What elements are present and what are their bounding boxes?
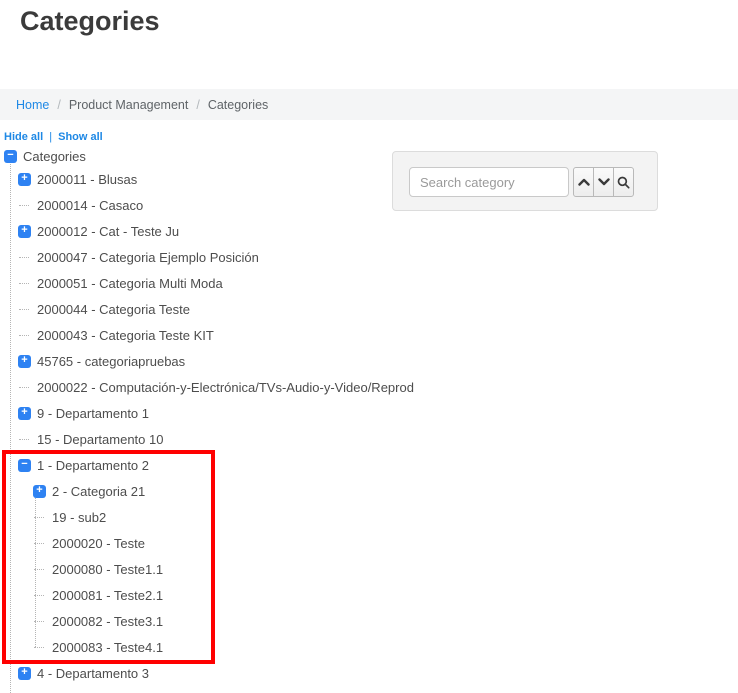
- tree-node-label[interactable]: Categories: [23, 149, 86, 164]
- tree-node[interactable]: 2000043 - Categoria Teste KIT: [4, 322, 434, 348]
- tree-connector: [19, 335, 29, 336]
- show-all-link[interactable]: Show all: [58, 131, 103, 143]
- breadcrumb-separator: /: [196, 98, 199, 112]
- tree-node[interactable]: 2000020 - Teste: [4, 530, 434, 556]
- tree-connector: [34, 569, 44, 570]
- collapse-icon[interactable]: −: [4, 150, 17, 163]
- tree-node-label[interactable]: 9 - Departamento 1: [37, 406, 149, 421]
- collapse-icon[interactable]: −: [18, 459, 31, 472]
- breadcrumb-separator: /: [57, 98, 60, 112]
- tree-node[interactable]: 2000081 - Teste2.1: [4, 582, 434, 608]
- tree-node[interactable]: 2000083 - Teste4.1: [4, 634, 434, 660]
- tree-connector: [19, 439, 29, 440]
- tree-node-label[interactable]: 2000080 - Teste1.1: [52, 562, 163, 577]
- tree-node-label[interactable]: 19 - sub2: [52, 510, 106, 525]
- tree-rows: +2000011 - Blusas 2000014 - Casaco +200001…: [4, 166, 434, 686]
- tree-node-label[interactable]: 2000022 - Computación-y-Electrónica/TVs-…: [37, 380, 414, 395]
- tree-node[interactable]: 2000044 - Categoria Teste: [4, 296, 434, 322]
- chevron-down-icon: [598, 178, 610, 186]
- hide-all-link[interactable]: Hide all: [4, 131, 43, 143]
- tree-connector: [34, 621, 44, 622]
- tree-root-node[interactable]: − Categories: [4, 146, 434, 166]
- tree-node-label[interactable]: 2000011 - Blusas: [37, 172, 137, 187]
- expand-icon[interactable]: +: [18, 355, 31, 368]
- expand-icon[interactable]: +: [18, 225, 31, 238]
- tree-node-label[interactable]: 2000081 - Teste2.1: [52, 588, 163, 603]
- tree-connector: [19, 387, 29, 388]
- expand-icon[interactable]: +: [33, 485, 46, 498]
- tree-node[interactable]: 2000047 - Categoria Ejemplo Posición: [4, 244, 434, 270]
- categories-page: Categories Home / Product Management / Categ…: [0, 0, 738, 693]
- tree-node[interactable]: 15 - Departamento 10: [4, 426, 434, 452]
- search-icon: [617, 176, 630, 189]
- search-button-group: [573, 167, 634, 197]
- previous-match-button[interactable]: [573, 167, 594, 197]
- tree-node-label[interactable]: 2000051 - Categoria Multi Moda: [37, 276, 223, 291]
- tree-node-label[interactable]: 2000083 - Teste4.1: [52, 640, 163, 655]
- tree-node[interactable]: +4 - Departamento 3: [4, 660, 434, 686]
- tree-node[interactable]: 2000051 - Categoria Multi Moda: [4, 270, 434, 296]
- tree-node-label[interactable]: 2000012 - Cat - Teste Ju: [37, 224, 179, 239]
- tree-node-label[interactable]: 2000020 - Teste: [52, 536, 145, 551]
- tree-node-label[interactable]: 2000047 - Categoria Ejemplo Posición: [37, 250, 259, 265]
- chevron-up-icon: [578, 178, 590, 186]
- expand-icon[interactable]: +: [18, 667, 31, 680]
- tree-node-label[interactable]: 2000044 - Categoria Teste: [37, 302, 190, 317]
- expand-icon[interactable]: +: [18, 173, 31, 186]
- tree-node[interactable]: +2000011 - Blusas: [4, 166, 434, 192]
- tree-node-label[interactable]: 15 - Departamento 10: [37, 432, 163, 447]
- tree-node-label[interactable]: 2000014 - Casaco: [37, 198, 143, 213]
- tree-node[interactable]: +2 - Categoria 21: [4, 478, 434, 504]
- breadcrumb-item-product-management: Product Management: [69, 98, 189, 112]
- tree-connector: [19, 309, 29, 310]
- breadcrumb-item-categories: Categories: [208, 98, 268, 112]
- search-input[interactable]: [409, 167, 569, 197]
- next-match-button[interactable]: [593, 167, 614, 197]
- expand-icon[interactable]: +: [18, 407, 31, 420]
- tree-node[interactable]: +9 - Departamento 1: [4, 400, 434, 426]
- tree-node[interactable]: 19 - sub2: [4, 504, 434, 530]
- tree-node-label[interactable]: 2000082 - Teste3.1: [52, 614, 163, 629]
- tree-node[interactable]: 2000082 - Teste3.1: [4, 608, 434, 634]
- tree-connector: [34, 647, 44, 648]
- tree-node-label[interactable]: 2 - Categoria 21: [52, 484, 145, 499]
- tree-connector: [19, 205, 29, 206]
- tree-node-label[interactable]: 4 - Departamento 3: [37, 666, 149, 681]
- tree-connector: [19, 283, 29, 284]
- page-title: Categories: [20, 6, 160, 37]
- tree-connector: [19, 257, 29, 258]
- tree-node-label[interactable]: 2000043 - Categoria Teste KIT: [37, 328, 214, 343]
- tree-node[interactable]: 2000080 - Teste1.1: [4, 556, 434, 582]
- tree-node[interactable]: 2000022 - Computación-y-Electrónica/TVs-…: [4, 374, 434, 400]
- tree-node-label[interactable]: 1 - Departamento 2: [37, 458, 149, 473]
- breadcrumb-item-home[interactable]: Home: [16, 98, 49, 112]
- tree-node[interactable]: +45765 - categoriapruebas: [4, 348, 434, 374]
- tree-controls: Hide all | Show all: [4, 131, 103, 143]
- search-button[interactable]: [613, 167, 634, 197]
- category-tree: − Categories +2000011 - Blusas 2000014 - …: [4, 146, 434, 686]
- tree-connector: [34, 543, 44, 544]
- breadcrumb: Home / Product Management / Categories: [0, 89, 738, 120]
- tree-node[interactable]: 2000014 - Casaco: [4, 192, 434, 218]
- tree-node[interactable]: −1 - Departamento 2: [4, 452, 434, 478]
- tree-controls-separator: |: [49, 131, 52, 143]
- tree-connector: [34, 517, 44, 518]
- tree-node[interactable]: +2000012 - Cat - Teste Ju: [4, 218, 434, 244]
- tree-node-label[interactable]: 45765 - categoriapruebas: [37, 354, 185, 369]
- tree-connector: [34, 595, 44, 596]
- category-search-panel: [392, 151, 658, 211]
